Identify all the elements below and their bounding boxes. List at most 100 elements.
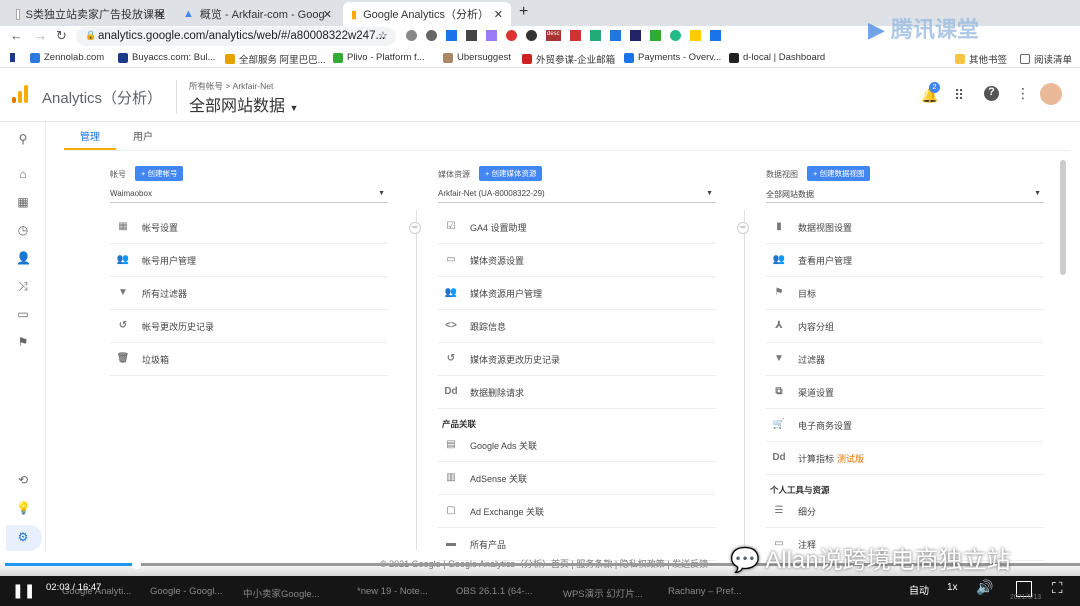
close-tab-icon[interactable]: ✕: [494, 8, 503, 21]
tab-user[interactable]: 用户: [133, 128, 153, 143]
menu-item[interactable]: 👥 媒体资源用户管理: [438, 277, 716, 310]
extension-icon[interactable]: [506, 30, 517, 41]
bookmark-item[interactable]: 全部服务 阿里巴巴...: [225, 52, 326, 66]
new-tab-button[interactable]: +: [519, 3, 528, 21]
scrollbar[interactable]: [1060, 160, 1066, 275]
apps-icon[interactable]: ⠿: [954, 87, 964, 104]
menu-item[interactable]: ▼ 所有过滤器: [110, 277, 388, 310]
view-selector[interactable]: 全部网站数据 ▼: [766, 189, 1044, 203]
browser-tab-active[interactable]: ▮ Google Analytics（分析） ✕: [343, 2, 511, 26]
url-input[interactable]: 🔒 analytics.google.com/analytics/web/#/a8…: [76, 27, 396, 46]
more-icon[interactable]: ⋮: [1016, 85, 1030, 102]
menu-item[interactable]: ↺ 媒体资源更改历史记录: [438, 343, 716, 376]
browser-tab[interactable]: ▲概览 - Arkfair-com - Google Ads✕: [175, 2, 340, 26]
audience-icon[interactable]: 👤: [16, 251, 31, 265]
extension-icon[interactable]: [446, 30, 457, 41]
help-icon[interactable]: ?: [984, 86, 999, 101]
admin-gear-icon[interactable]: ⚙: [16, 530, 30, 544]
menu-item[interactable]: ▦ 帐号设置: [110, 211, 388, 244]
close-tab-icon[interactable]: ✕: [156, 8, 165, 21]
reload-icon[interactable]: ↻: [56, 28, 67, 44]
acquisition-icon[interactable]: ⤨: [16, 279, 30, 293]
home-icon[interactable]: ⌂: [16, 167, 30, 181]
conversions-icon[interactable]: ⚑: [16, 335, 30, 349]
bookmark-item[interactable]: Buyaccs.com: Bul...: [118, 52, 215, 63]
bookmark-item[interactable]: 外贸参谋-企业邮箱: [522, 52, 615, 66]
menu-item[interactable]: ↺ 帐号更改历史记录: [110, 310, 388, 343]
taskbar-item[interactable]: OBS 26.1.1 (64-...: [456, 586, 533, 597]
star-icon[interactable]: ☆: [378, 29, 388, 42]
extension-icon[interactable]: [486, 30, 497, 41]
create-account-button[interactable]: + 创建帐号: [135, 166, 184, 181]
taskbar-item[interactable]: WPS演示 幻灯片...: [563, 586, 643, 600]
close-tab-icon[interactable]: ✕: [323, 8, 332, 21]
menu-item[interactable]: ⧉ 渠道设置: [766, 376, 1044, 409]
extension-icon[interactable]: [609, 30, 621, 41]
extension-icon[interactable]: [406, 30, 417, 41]
extension-icon[interactable]: [629, 30, 641, 41]
menu-item[interactable]: ▭ 媒体资源设置: [438, 244, 716, 277]
menu-item[interactable]: 👥 查看用户管理: [766, 244, 1044, 277]
bookmark-item[interactable]: d-local | Dashboard: [729, 52, 825, 63]
property-selector[interactable]: Arkfair-Net (UA-80008322-29) ▼: [438, 189, 716, 203]
expand-arrow-icon[interactable]: ⇨: [409, 222, 421, 234]
pause-icon[interactable]: ❚❚: [12, 582, 35, 599]
attribution-icon[interactable]: ⟲: [16, 473, 30, 487]
customization-icon[interactable]: ▦: [16, 195, 30, 209]
menu-item[interactable]: ☑ GA4 设置助理: [438, 211, 716, 244]
menu-item[interactable]: ⚑ 目标: [766, 277, 1044, 310]
extension-icon[interactable]: [526, 30, 537, 41]
bookmark-item[interactable]: Ubersuggest: [443, 52, 511, 63]
menu-item[interactable]: 🛒 电子商务设置: [766, 409, 1044, 442]
menu-item[interactable]: Dd 数据删除请求: [438, 376, 716, 409]
extension-icon[interactable]: [466, 30, 477, 41]
taskbar-item[interactable]: Google - Googl...: [150, 586, 222, 597]
extension-icon[interactable]: [689, 30, 701, 41]
discover-icon[interactable]: 💡: [16, 501, 31, 515]
notifications-icon[interactable]: 🔔 2: [921, 82, 940, 104]
menu-item[interactable]: <> 跟踪信息: [438, 310, 716, 343]
create-view-button[interactable]: + 创建数据视图: [807, 166, 871, 181]
create-property-button[interactable]: + 创建媒体资源: [479, 166, 543, 181]
taskbar-item[interactable]: *new 19 - Note...: [357, 586, 428, 597]
menu-item[interactable]: 🗑 垃圾箱: [110, 343, 388, 376]
search-icon[interactable]: ⚲: [16, 132, 30, 146]
extension-icon[interactable]: [709, 30, 721, 41]
fullscreen-icon[interactable]: ⛶: [1052, 580, 1063, 597]
tab-admin[interactable]: 管理: [80, 128, 100, 143]
expand-arrow-icon[interactable]: ⇨: [737, 222, 749, 234]
extension-icon[interactable]: [589, 30, 601, 41]
browser-tab[interactable]: S类独立站卖家广告投放课程 ✕: [8, 2, 173, 26]
extension-icon[interactable]: [649, 30, 661, 41]
menu-item[interactable]: ▢ Ad Exchange 关联: [438, 495, 716, 528]
taskbar-item[interactable]: Rachany – Pref...: [668, 586, 741, 597]
menu-item[interactable]: ▮ 数据视图设置: [766, 211, 1044, 244]
account-selector[interactable]: Waimaobox ▼: [110, 189, 388, 203]
bookmark-item[interactable]: Payments - Overv...: [624, 52, 721, 63]
view-selector[interactable]: 全部网站数据 ▼: [189, 92, 298, 116]
apps-bookmark-icon[interactable]: [10, 53, 15, 62]
breadcrumb[interactable]: 所有帐号 > Arkfair-Net: [189, 80, 273, 92]
extension-icon[interactable]: [569, 30, 581, 41]
avatar[interactable]: [1040, 83, 1062, 105]
realtime-icon[interactable]: ◷: [16, 223, 30, 237]
volume-icon[interactable]: 🔊: [976, 579, 993, 596]
menu-item[interactable]: ▤ Google Ads 关联: [438, 429, 716, 462]
menu-item[interactable]: ▥ AdSense 关联: [438, 462, 716, 495]
menu-item[interactable]: ☰ 细分: [766, 495, 1044, 528]
menu-item[interactable]: Dd 计算指标 测试版: [766, 442, 1044, 475]
menu-item[interactable]: ▼ 过滤器: [766, 343, 1044, 376]
extension-badge[interactable]: desc: [546, 30, 561, 41]
menu-item[interactable]: ⅄ 内容分组: [766, 310, 1044, 343]
extension-icon[interactable]: [669, 30, 681, 41]
speed-button[interactable]: 1x: [947, 582, 958, 593]
forward-icon[interactable]: →: [34, 28, 47, 43]
other-bookmarks[interactable]: 其他书签: [955, 52, 1007, 66]
behavior-icon[interactable]: ▭: [16, 307, 30, 321]
extension-icon[interactable]: [426, 30, 437, 41]
menu-item[interactable]: 👥 帐号用户管理: [110, 244, 388, 277]
reading-list[interactable]: 阅读清单: [1020, 52, 1072, 66]
back-icon[interactable]: ←: [10, 28, 23, 43]
taskbar-item[interactable]: 中小卖家Google...: [243, 586, 320, 600]
quality-button[interactable]: 自动: [909, 582, 929, 597]
